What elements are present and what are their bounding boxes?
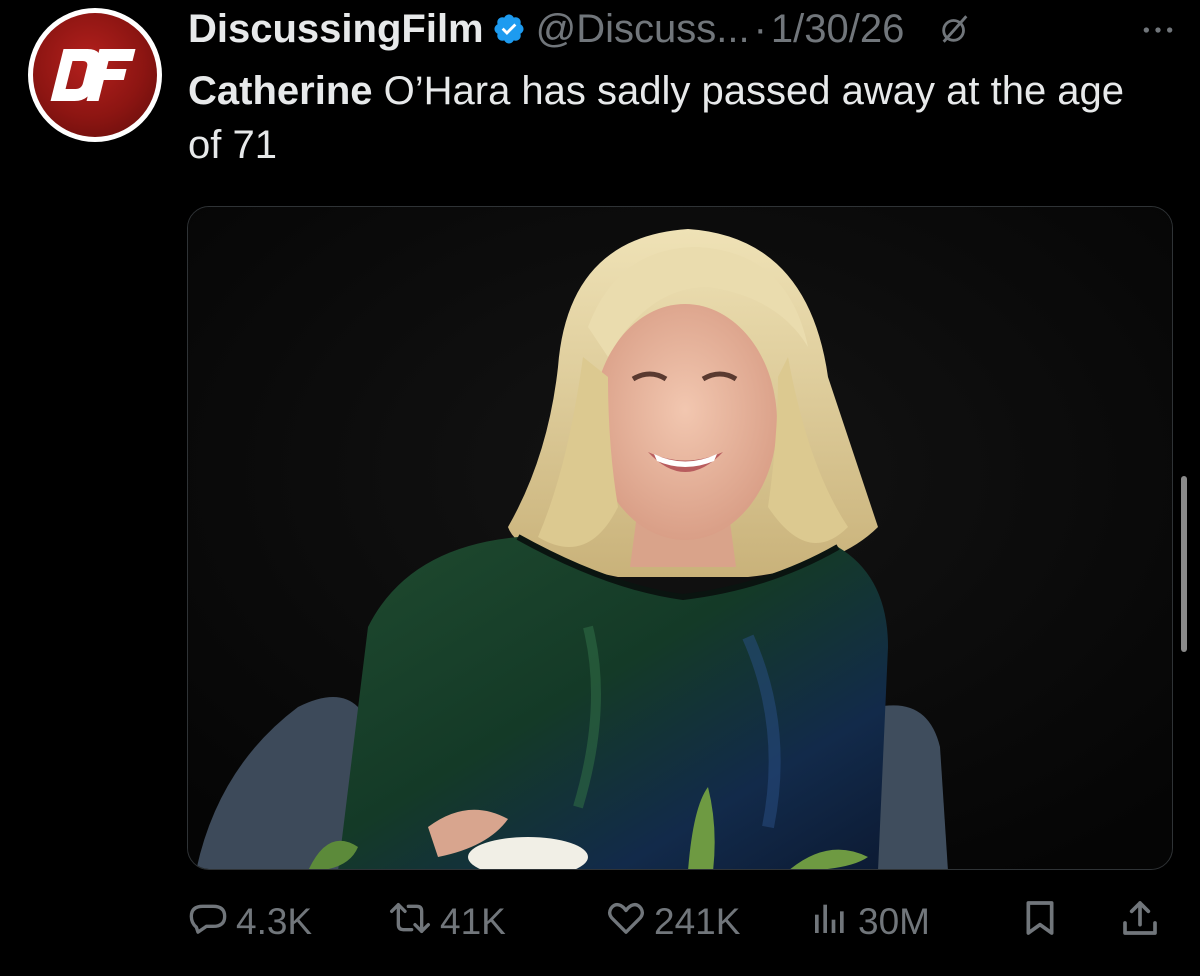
bookmark-button[interactable] (1020, 892, 1060, 952)
avatar[interactable] (28, 8, 162, 142)
like-count: 241K (654, 901, 741, 942)
grok-icon[interactable] (938, 12, 972, 46)
more-icon[interactable] (1138, 10, 1178, 50)
df-logo-mark (50, 49, 136, 101)
share-icon (1120, 898, 1160, 947)
author-name[interactable]: DiscussingFilm (188, 7, 484, 52)
tweet-text: Catherine O’Hara has sadly passed away a… (188, 64, 1148, 172)
tweet-actions: 4.3K 41K 241K 30M (188, 892, 1168, 952)
tweet-photo[interactable] (187, 206, 1173, 870)
reply-button[interactable]: 4.3K (188, 892, 312, 952)
separator-dot: · (753, 6, 767, 51)
repost-count: 41K (440, 901, 506, 942)
reply-icon (188, 898, 228, 947)
views-icon (810, 898, 850, 947)
bookmark-icon (1020, 898, 1060, 947)
repost-icon (388, 898, 432, 947)
tweet-date[interactable]: 1/30/26 (771, 7, 904, 52)
like-button[interactable]: 241K (606, 892, 740, 952)
views-count: 30M (858, 901, 930, 942)
tweet-header: DiscussingFilm @Discuss... · 1/30/26 (188, 4, 1178, 54)
discussingfilm-logo (33, 13, 157, 137)
share-button[interactable] (1120, 892, 1160, 952)
repost-button[interactable]: 41K (388, 892, 506, 952)
scrollbar[interactable] (1181, 476, 1187, 652)
heart-icon (606, 898, 646, 947)
tweet-text-bold: Catherine (188, 69, 373, 113)
views-button[interactable]: 30M (810, 892, 930, 952)
reply-count: 4.3K (236, 901, 313, 942)
verified-badge-icon (492, 12, 526, 46)
photo-woman-in-green-dress (188, 207, 1172, 869)
author-handle[interactable]: @Discuss... (536, 7, 750, 52)
